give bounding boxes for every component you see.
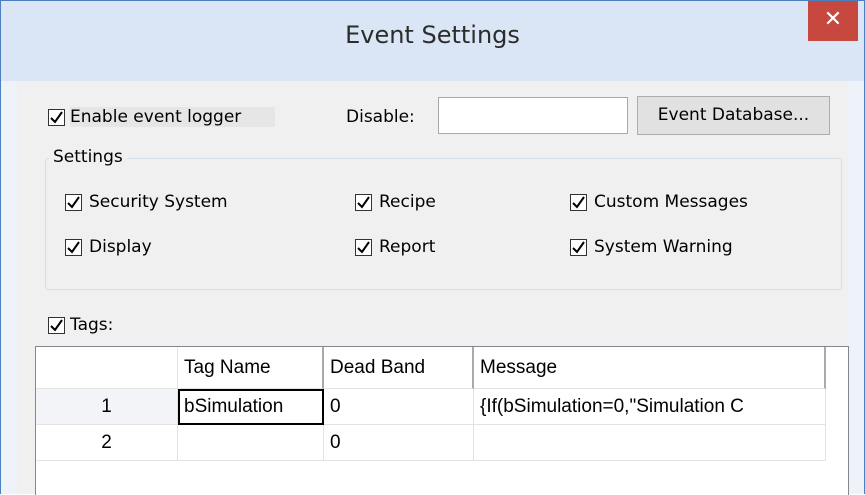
check-icon bbox=[357, 241, 370, 254]
checkbox-box[interactable] bbox=[570, 194, 587, 211]
check-icon bbox=[50, 319, 63, 332]
option-label: Custom Messages bbox=[594, 192, 748, 212]
tag-name-cell-1[interactable]: bSimulation bbox=[178, 389, 324, 425]
option-label: Display bbox=[89, 237, 152, 257]
settings-group bbox=[45, 158, 842, 290]
checkbox-box[interactable] bbox=[355, 194, 372, 211]
check-icon bbox=[572, 241, 585, 254]
column-header-message[interactable]: Message bbox=[474, 347, 826, 389]
check-icon bbox=[67, 196, 80, 209]
option-label: Security System bbox=[89, 192, 228, 212]
event-database-button[interactable]: Event Database... bbox=[637, 96, 830, 135]
row-header-2[interactable]: 2 bbox=[36, 425, 178, 461]
event-settings-window: Event Settings ✕ Enable event logger Dis… bbox=[0, 0, 865, 495]
checkbox-box[interactable] bbox=[48, 109, 65, 126]
enable-event-logger-label: Enable event logger bbox=[70, 107, 276, 127]
message-cell-1[interactable]: {If(bSimulation=0,"Simulation C bbox=[474, 389, 826, 425]
dead-band-cell-1[interactable]: 0 bbox=[324, 389, 474, 425]
checkbox-box[interactable] bbox=[570, 239, 587, 256]
check-icon bbox=[357, 196, 370, 209]
checkbox-box[interactable] bbox=[65, 239, 82, 256]
disable-input[interactable] bbox=[438, 97, 628, 134]
checkbox-box[interactable] bbox=[355, 239, 372, 256]
dialog-body: Enable event logger Disable: Event Datab… bbox=[17, 81, 849, 495]
disable-label: Disable: bbox=[346, 107, 415, 127]
checkbox-box[interactable] bbox=[65, 194, 82, 211]
check-icon bbox=[67, 241, 80, 254]
check-icon bbox=[50, 111, 63, 124]
option-label: Recipe bbox=[379, 192, 436, 212]
option-label: System Warning bbox=[594, 237, 733, 257]
tags-grid[interactable]: Tag Name Dead Band Message 1 bSimulation… bbox=[35, 346, 849, 495]
checkbox-box[interactable] bbox=[48, 317, 65, 334]
tags-label: Tags: bbox=[70, 315, 114, 335]
corner-header bbox=[36, 347, 178, 389]
message-cell-2[interactable] bbox=[474, 425, 826, 461]
title-bar[interactable]: Event Settings ✕ bbox=[1, 1, 864, 81]
tag-name-cell-2[interactable] bbox=[178, 425, 324, 461]
option-label: Report bbox=[379, 237, 436, 257]
close-button[interactable]: ✕ bbox=[808, 1, 858, 41]
window-title: Event Settings bbox=[345, 21, 520, 49]
settings-legend: Settings bbox=[49, 147, 127, 167]
check-icon bbox=[572, 196, 585, 209]
dead-band-cell-2[interactable]: 0 bbox=[324, 425, 474, 461]
row-header-1[interactable]: 1 bbox=[36, 389, 178, 425]
close-icon: ✕ bbox=[823, 7, 843, 32]
column-header-dead-band[interactable]: Dead Band bbox=[324, 347, 474, 389]
column-header-tag-name[interactable]: Tag Name bbox=[178, 347, 324, 389]
